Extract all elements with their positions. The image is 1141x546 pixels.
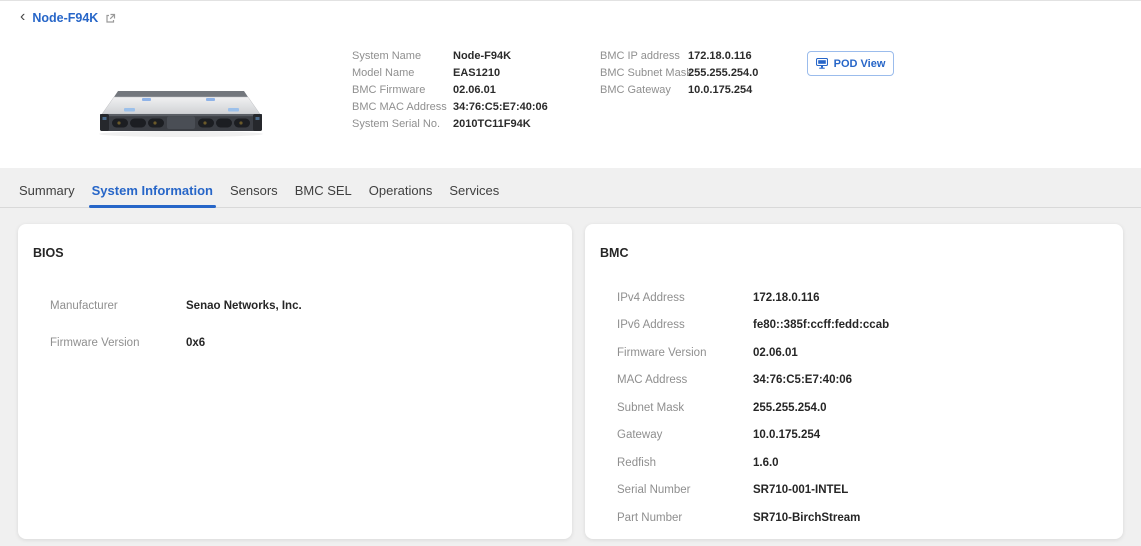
kv-label: Redfish: [617, 457, 753, 469]
info-value: 2010TC11F94K: [453, 118, 531, 130]
info-row-bmc-gateway: BMC Gateway 10.0.175.254: [600, 81, 758, 98]
bios-row-firmware-version: Firmware Version 0x6: [18, 324, 572, 361]
kv-value: 10.0.175.254: [753, 429, 820, 441]
tab-sensors[interactable]: Sensors: [229, 183, 279, 207]
cards-area: BIOS Manufacturer Senao Networks, Inc. F…: [0, 208, 1141, 539]
kv-value: 34:76:C5:E7:40:06: [753, 374, 852, 386]
info-value: EAS1210: [453, 67, 500, 79]
info-label: Model Name: [352, 67, 453, 79]
bios-kv-list: Manufacturer Senao Networks, Inc. Firmwa…: [18, 287, 572, 361]
network-summary-list: BMC IP address 172.18.0.116 BMC Subnet M…: [600, 47, 758, 98]
info-label: BMC Subnet Mask: [600, 67, 688, 79]
bmc-row-ipv4: IPv4 Address 172.18.0.116: [585, 284, 1123, 312]
tab-bmc-sel[interactable]: BMC SEL: [294, 183, 353, 207]
info-value: 10.0.175.254: [688, 84, 752, 96]
kv-label: Part Number: [617, 512, 753, 524]
info-label: System Name: [352, 50, 453, 62]
node-header: ‹ Node-F94K: [0, 1, 1141, 168]
tab-operations[interactable]: Operations: [368, 183, 434, 207]
info-row-bmc-subnet: BMC Subnet Mask 255.255.254.0: [600, 64, 758, 81]
kv-value: Senao Networks, Inc.: [186, 300, 302, 312]
server-image: [88, 87, 273, 139]
monitor-icon: [816, 58, 828, 69]
pod-view-button[interactable]: POD View: [807, 51, 894, 76]
info-label: BMC Gateway: [600, 84, 688, 96]
info-label: BMC MAC Address: [352, 101, 453, 113]
back-chevron-icon[interactable]: ‹: [20, 9, 25, 27]
bmc-card-title: BMC: [600, 246, 1123, 260]
bios-card: BIOS Manufacturer Senao Networks, Inc. F…: [18, 224, 572, 539]
bmc-row-mac-address: MAC Address 34:76:C5:E7:40:06: [585, 367, 1123, 395]
kv-value: 1.6.0: [753, 457, 779, 469]
kv-value: 255.255.254.0: [753, 402, 827, 414]
info-value: 172.18.0.116: [688, 50, 752, 62]
bmc-card: BMC IPv4 Address 172.18.0.116 IPv6 Addre…: [585, 224, 1123, 539]
kv-value: 0x6: [186, 337, 205, 349]
info-row-system-serial: System Serial No. 2010TC11F94K: [352, 115, 548, 132]
bmc-row-subnet-mask: Subnet Mask 255.255.254.0: [585, 394, 1123, 422]
bmc-kv-list: IPv4 Address 172.18.0.116 IPv6 Address f…: [585, 284, 1123, 532]
external-link-icon[interactable]: [105, 13, 116, 24]
breadcrumb-node-link[interactable]: Node-F94K: [32, 11, 98, 25]
bmc-row-firmware-version: Firmware Version 02.06.01: [585, 339, 1123, 367]
kv-value: 02.06.01: [753, 347, 798, 359]
system-summary-list: System Name Node-F94K Model Name EAS1210…: [352, 47, 548, 132]
kv-label: MAC Address: [617, 374, 753, 386]
bmc-row-ipv6: IPv6 Address fe80::385f:ccff:fedd:ccab: [585, 312, 1123, 340]
tab-services[interactable]: Services: [448, 183, 500, 207]
kv-label: IPv4 Address: [617, 292, 753, 304]
kv-label: Manufacturer: [50, 300, 186, 312]
kv-label: IPv6 Address: [617, 319, 753, 331]
tab-system-information[interactable]: System Information: [91, 183, 214, 207]
info-value: 02.06.01: [453, 84, 496, 96]
kv-value: fe80::385f:ccff:fedd:ccab: [753, 319, 889, 331]
kv-label: Firmware Version: [617, 347, 753, 359]
info-row-bmc-ip: BMC IP address 172.18.0.116: [600, 47, 758, 64]
page-root: ‹ Node-F94K: [0, 0, 1141, 546]
kv-label: Serial Number: [617, 484, 753, 496]
info-row-bmc-mac-address: BMC MAC Address 34:76:C5:E7:40:06: [352, 98, 548, 115]
tab-bar: Summary System Information Sensors BMC S…: [0, 168, 1141, 208]
pod-view-label: POD View: [834, 58, 886, 70]
bmc-row-gateway: Gateway 10.0.175.254: [585, 422, 1123, 450]
info-value: 34:76:C5:E7:40:06: [453, 101, 548, 113]
info-label: BMC IP address: [600, 50, 688, 62]
kv-value: SR710-001-INTEL: [753, 484, 848, 496]
kv-label: Firmware Version: [50, 337, 186, 349]
info-value: 255.255.254.0: [688, 67, 758, 79]
breadcrumb: ‹ Node-F94K: [20, 9, 116, 27]
bios-row-manufacturer: Manufacturer Senao Networks, Inc.: [18, 287, 572, 324]
kv-label: Subnet Mask: [617, 402, 753, 414]
kv-label: Gateway: [617, 429, 753, 441]
info-value: Node-F94K: [453, 50, 511, 62]
info-row-model-name: Model Name EAS1210: [352, 64, 548, 81]
bmc-row-serial-number: Serial Number SR710-001-INTEL: [585, 477, 1123, 505]
info-label: BMC Firmware: [352, 84, 453, 96]
bios-card-title: BIOS: [33, 246, 572, 260]
bmc-row-redfish: Redfish 1.6.0: [585, 449, 1123, 477]
tab-summary[interactable]: Summary: [18, 183, 76, 207]
info-label: System Serial No.: [352, 118, 453, 130]
bmc-row-part-number: Part Number SR710-BirchStream: [585, 504, 1123, 532]
info-row-system-name: System Name Node-F94K: [352, 47, 548, 64]
kv-value: SR710-BirchStream: [753, 512, 860, 524]
info-row-bmc-firmware: BMC Firmware 02.06.01: [352, 81, 548, 98]
kv-value: 172.18.0.116: [753, 292, 820, 304]
content-section: Summary System Information Sensors BMC S…: [0, 168, 1141, 546]
